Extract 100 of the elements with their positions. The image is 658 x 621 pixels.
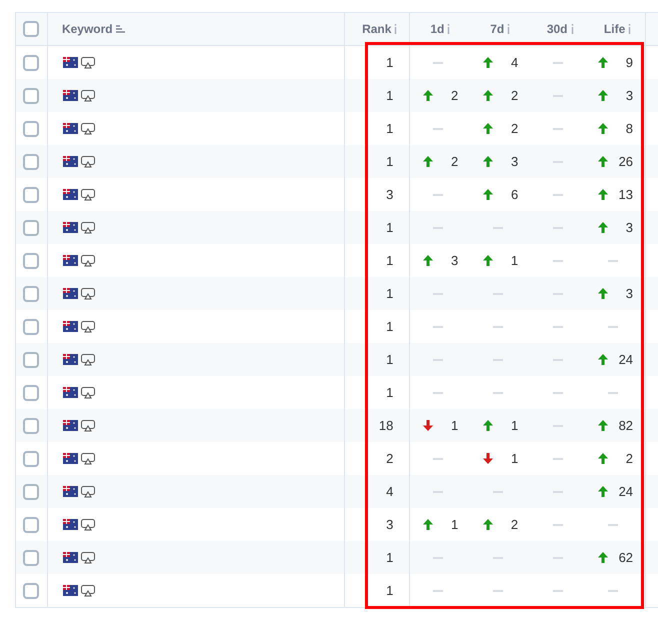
change-value: 4 bbox=[510, 54, 518, 72]
change-value: 3 bbox=[624, 284, 634, 303]
flag-icon bbox=[62, 189, 78, 200]
rank-value: 18 bbox=[378, 416, 394, 435]
change-value: 2 bbox=[510, 86, 518, 105]
checkbox[interactable] bbox=[23, 318, 40, 334]
rank-value: 1 bbox=[386, 548, 394, 567]
rank-value: 1 bbox=[386, 120, 394, 138]
change-value: 2 bbox=[624, 450, 634, 468]
monitor-icon bbox=[80, 56, 95, 68]
monitor-icon bbox=[80, 90, 95, 102]
change-value: 2 bbox=[450, 152, 458, 171]
rank-value: 1 bbox=[386, 384, 394, 402]
change-value: 1 bbox=[510, 252, 518, 270]
monitor-icon bbox=[80, 188, 95, 200]
rank-value: 1 bbox=[386, 318, 394, 336]
change-value: 1 bbox=[450, 516, 458, 534]
rank-value: 1 bbox=[386, 54, 394, 72]
change-value: 1 bbox=[510, 450, 518, 468]
flag-icon bbox=[62, 156, 78, 167]
monitor-icon bbox=[80, 156, 95, 168]
checkbox[interactable] bbox=[23, 220, 40, 236]
rank-value: 1 bbox=[386, 350, 394, 369]
checkbox[interactable] bbox=[23, 252, 40, 268]
monitor-icon bbox=[80, 320, 95, 332]
column-header[interactable]: 30d bbox=[546, 20, 568, 38]
flag-icon bbox=[62, 585, 78, 596]
checkbox[interactable] bbox=[23, 450, 40, 466]
change-value: 2 bbox=[450, 86, 458, 105]
monitor-icon bbox=[80, 420, 95, 432]
monitor-icon bbox=[80, 552, 95, 564]
sort-icon bbox=[116, 24, 125, 34]
rank-value: 2 bbox=[386, 450, 394, 468]
info-icon bbox=[507, 24, 510, 34]
change-value: 3 bbox=[624, 86, 634, 105]
flag-icon bbox=[62, 519, 78, 530]
checkbox[interactable] bbox=[23, 352, 40, 368]
monitor-icon bbox=[80, 354, 95, 366]
column-header[interactable]: Rank bbox=[362, 20, 392, 38]
change-value: 1 bbox=[510, 416, 518, 435]
rank-value: 3 bbox=[386, 516, 394, 534]
monitor-icon bbox=[80, 254, 95, 266]
monitor-icon bbox=[80, 386, 95, 398]
checkbox[interactable] bbox=[23, 88, 40, 104]
change-value: 2 bbox=[510, 516, 518, 534]
change-value: 13 bbox=[618, 186, 634, 204]
info-icon bbox=[394, 24, 398, 34]
flag-icon bbox=[62, 354, 78, 365]
change-value: 8 bbox=[624, 120, 634, 138]
info-icon bbox=[628, 24, 632, 34]
monitor-icon bbox=[80, 584, 95, 596]
change-value: 3 bbox=[510, 152, 518, 171]
checkbox[interactable] bbox=[23, 516, 40, 532]
column-header[interactable]: Life bbox=[604, 20, 626, 38]
checkbox[interactable] bbox=[23, 582, 40, 598]
checkbox[interactable] bbox=[23, 154, 40, 170]
monitor-icon bbox=[80, 486, 95, 498]
change-value: 2 bbox=[510, 120, 518, 138]
flag-icon bbox=[62, 486, 78, 497]
monitor-icon bbox=[80, 452, 95, 464]
change-value: 3 bbox=[624, 218, 634, 237]
flag-icon bbox=[62, 552, 78, 563]
flag-icon bbox=[62, 321, 78, 332]
change-value: 24 bbox=[618, 350, 634, 369]
rank-value: 3 bbox=[386, 186, 394, 204]
checkbox[interactable] bbox=[23, 418, 40, 434]
monitor-icon bbox=[80, 518, 95, 530]
change-value: 24 bbox=[618, 482, 634, 501]
monitor-icon bbox=[80, 122, 95, 134]
checkbox[interactable] bbox=[23, 54, 40, 70]
flag-icon bbox=[62, 420, 78, 431]
rank-value: 1 bbox=[386, 152, 394, 171]
change-value: 6 bbox=[510, 186, 518, 204]
info-icon bbox=[570, 24, 574, 34]
checkbox[interactable] bbox=[23, 21, 40, 37]
rank-value: 1 bbox=[386, 86, 394, 105]
flag-icon bbox=[62, 255, 78, 266]
column-header[interactable]: 1d bbox=[430, 20, 444, 38]
checkbox[interactable] bbox=[23, 484, 40, 500]
flag-icon bbox=[62, 222, 78, 233]
info-icon bbox=[447, 24, 450, 34]
checkbox[interactable] bbox=[23, 384, 40, 400]
flag-icon bbox=[62, 387, 78, 398]
checkbox[interactable] bbox=[23, 186, 40, 202]
checkbox[interactable] bbox=[23, 120, 40, 136]
rank-value: 1 bbox=[386, 284, 394, 303]
rank-value: 1 bbox=[386, 252, 394, 270]
flag-icon bbox=[62, 288, 78, 299]
rank-value: 1 bbox=[386, 582, 394, 600]
monitor-icon bbox=[80, 222, 95, 234]
rank-value: 1 bbox=[386, 218, 394, 237]
monitor-icon bbox=[80, 288, 95, 300]
flag-icon bbox=[62, 123, 78, 134]
column-header[interactable]: Keyword bbox=[62, 20, 113, 38]
checkbox[interactable] bbox=[23, 286, 40, 302]
column-header[interactable]: 7d bbox=[490, 20, 504, 38]
checkbox[interactable] bbox=[23, 550, 40, 566]
change-value: 26 bbox=[618, 152, 634, 171]
flag-icon bbox=[62, 453, 78, 464]
change-value: 82 bbox=[618, 416, 634, 435]
